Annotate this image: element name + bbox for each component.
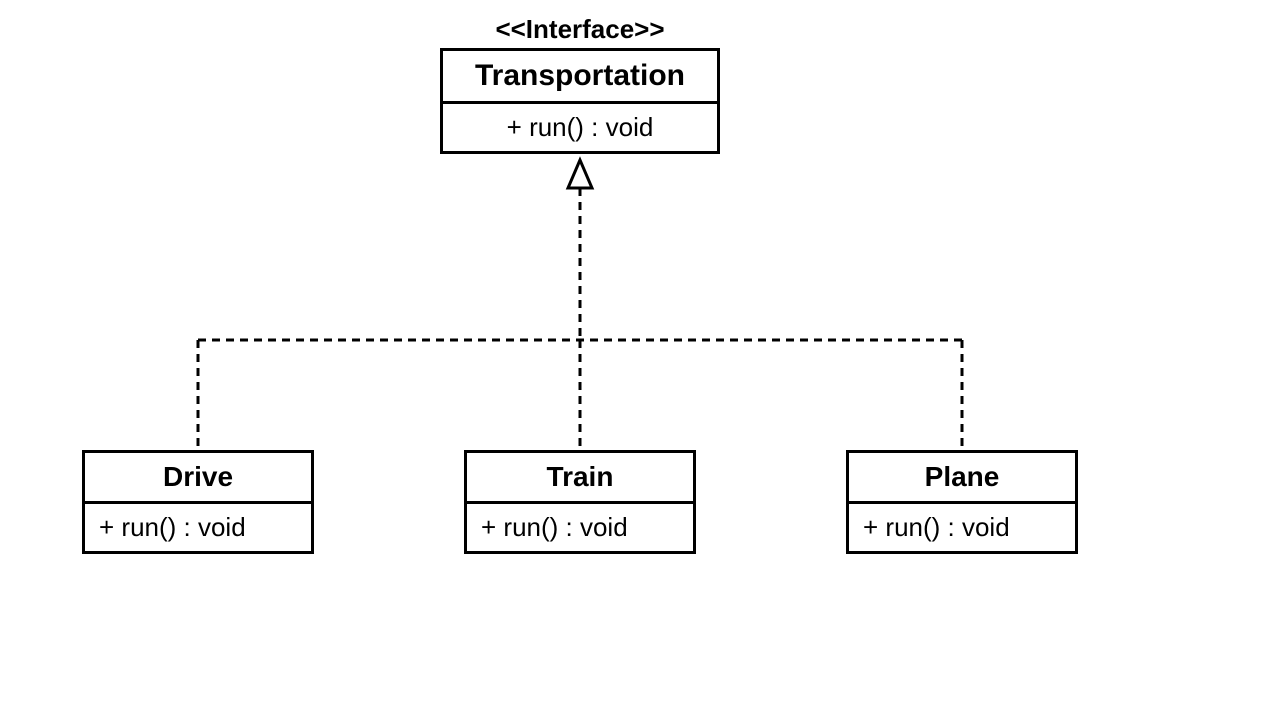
class-box-drive: Drive + run() : void: [82, 450, 314, 554]
class-method-train: + run() : void: [467, 504, 693, 551]
class-box-train: Train + run() : void: [464, 450, 696, 554]
interface-stereotype: <<Interface>>: [440, 14, 720, 45]
class-name-train: Train: [467, 453, 693, 504]
class-name-plane: Plane: [849, 453, 1075, 504]
interface-name: Transportation: [443, 51, 717, 104]
uml-diagram: <<Interface>> Transportation + run() : v…: [0, 0, 1280, 720]
interface-method: + run() : void: [443, 104, 717, 151]
realization-arrowhead: [568, 160, 592, 188]
class-box-plane: Plane + run() : void: [846, 450, 1078, 554]
interface-box: Transportation + run() : void: [440, 48, 720, 154]
class-method-drive: + run() : void: [85, 504, 311, 551]
class-name-drive: Drive: [85, 453, 311, 504]
class-method-plane: + run() : void: [849, 504, 1075, 551]
